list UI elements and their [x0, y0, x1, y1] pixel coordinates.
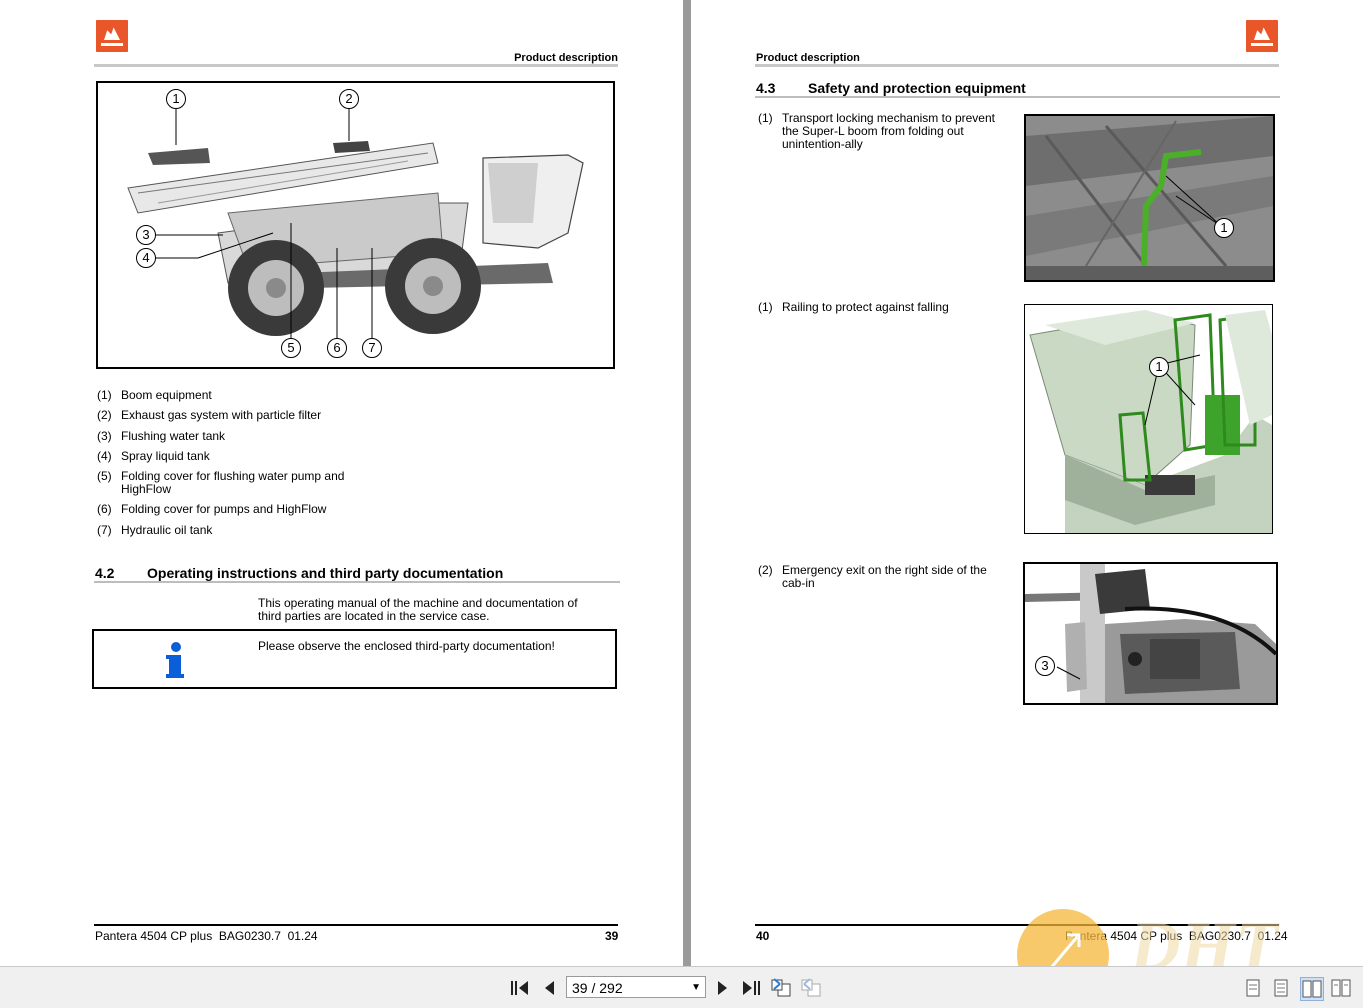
- railing-figure: 1: [1024, 304, 1273, 534]
- next-page-button[interactable]: [712, 977, 734, 999]
- page-gutter: [683, 0, 691, 966]
- emergency-exit-illustration: [1025, 564, 1276, 703]
- page-header: Product description: [514, 52, 618, 64]
- previous-page-button[interactable]: [538, 977, 560, 999]
- callout-7: 7: [362, 338, 382, 358]
- previous-page-icon: [545, 981, 554, 995]
- left-page: Product description 1 2 3 4 5 6 7 (1) Bo…: [0, 0, 683, 966]
- callout-1: 1: [166, 89, 186, 109]
- go-forward-view-button[interactable]: [800, 977, 822, 999]
- two-page-icon: [1302, 980, 1322, 998]
- footer-doc-id: Pantera 4504 CP plus BAG0230.7 01.24: [95, 929, 318, 943]
- last-page-icon: [743, 981, 760, 995]
- footer-doc-id: Pantera 4504 CP plus BAG0230.7 01.24: [1065, 929, 1288, 943]
- amazone-logo: [96, 20, 128, 52]
- callout-3: 3: [1035, 656, 1055, 676]
- viewer-toolbar: 39 / 292 ▼: [0, 966, 1363, 1008]
- footer-page-number: 40: [756, 929, 770, 943]
- section-number: 4.3: [756, 80, 776, 96]
- single-page-icon: [1246, 979, 1260, 997]
- info-note-box: Please observe the enclosed third-party …: [92, 629, 617, 689]
- footer-rule: [94, 924, 618, 926]
- header-rule: [94, 64, 618, 67]
- next-page-icon: [718, 981, 727, 995]
- info-note-text: Please observe the enclosed third-party …: [258, 639, 555, 653]
- callout-2: 2: [339, 89, 359, 109]
- paragraph: This operating manual of the machine and…: [258, 596, 578, 623]
- sprayer-illustration: [127, 108, 584, 338]
- dropdown-arrow-icon: ▼: [691, 982, 701, 993]
- railing-illustration: [1025, 305, 1272, 533]
- footer-page-number: 39: [605, 929, 619, 943]
- section-rule: [94, 581, 620, 583]
- header-rule: [755, 64, 1279, 67]
- page-indicator: 39 / 292: [572, 980, 623, 996]
- two-page-continuous-view-button[interactable]: [1330, 977, 1352, 999]
- forward-view-icon: [801, 978, 821, 997]
- two-page-view-button[interactable]: [1300, 977, 1324, 1001]
- info-icon: [166, 642, 184, 678]
- single-page-view-button[interactable]: [1242, 977, 1264, 999]
- sprayer-side-figure: 1 2 3 4 5 6 7: [96, 81, 615, 369]
- continuous-page-icon: [1274, 979, 1288, 997]
- first-page-icon: [511, 981, 528, 995]
- go-back-view-button[interactable]: [770, 977, 792, 999]
- section-number: 4.2: [95, 565, 115, 581]
- right-page: Product description 4.3 Safety and prote…: [691, 0, 1363, 966]
- section-title: Operating instructions and third party d…: [147, 565, 504, 581]
- callout-6: 6: [327, 338, 347, 358]
- callout-1: 1: [1214, 218, 1234, 238]
- section-title: Safety and protection equipment: [808, 80, 1026, 96]
- callout-4: 4: [136, 248, 156, 268]
- callout-1: 1: [1149, 357, 1169, 377]
- last-page-button[interactable]: [740, 977, 762, 999]
- page-header: Product description: [756, 52, 860, 64]
- footer-rule: [755, 924, 1279, 926]
- amazone-logo: [1246, 20, 1278, 52]
- section-rule: [755, 96, 1280, 98]
- back-view-icon: [771, 978, 791, 997]
- emergency-exit-figure: 3: [1023, 562, 1278, 705]
- page-number-select[interactable]: 39 / 292 ▼: [566, 976, 706, 998]
- transport-lock-photo: [1026, 116, 1273, 280]
- callout-3: 3: [136, 225, 156, 245]
- first-page-button[interactable]: [509, 977, 531, 999]
- two-page-continuous-icon: [1331, 979, 1351, 997]
- transport-lock-figure: 1: [1024, 114, 1275, 282]
- callout-5: 5: [281, 338, 301, 358]
- continuous-view-button[interactable]: [1270, 977, 1292, 999]
